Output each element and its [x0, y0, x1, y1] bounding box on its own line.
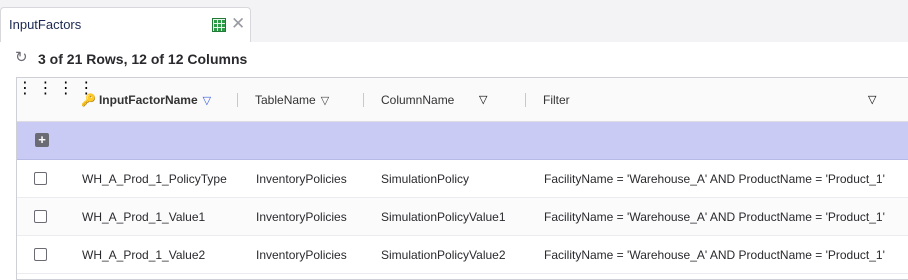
cell-tablename[interactable]: InventoryPolicies — [256, 210, 347, 224]
key-icon: 🔑 — [81, 93, 96, 107]
tab-title: InputFactors — [9, 17, 82, 32]
cell-filter[interactable]: FacilityName = 'Warehouse_A' AND Product… — [544, 172, 885, 186]
refresh-icon[interactable]: ↻ — [15, 50, 31, 66]
table-row[interactable]: WH_A_Prod_1_PolicyType InventoryPolicies… — [17, 160, 908, 198]
table-icon — [212, 18, 226, 32]
column-header-inputfactorname[interactable]: 🔑 InputFactorName ▽ — [81, 78, 211, 122]
row-checkbox[interactable] — [34, 248, 47, 261]
column-label: ColumnName — [381, 93, 455, 107]
column-header-columnname[interactable]: ColumnName — [381, 78, 454, 122]
data-grid: 🔑 InputFactorName ▽ ⋮ TableName ▽ ⋮ Colu… — [16, 77, 908, 280]
cell-filter[interactable]: FacilityName = 'Warehouse_A' AND Product… — [544, 210, 885, 224]
column-label: InputFactorName — [98, 93, 198, 107]
filter-icon[interactable]: ▽ — [203, 94, 211, 107]
close-icon[interactable]: ✕ — [231, 15, 245, 32]
filter-icon[interactable]: ▽ — [321, 94, 329, 107]
cell-columnname[interactable]: SimulationPolicy — [381, 172, 469, 186]
row-checkbox[interactable] — [34, 172, 47, 185]
filter-icon[interactable]: ▽ — [868, 93, 876, 106]
column-menu-icon[interactable]: ⋮ — [37, 80, 53, 97]
column-separator[interactable] — [363, 93, 364, 107]
table-row[interactable]: WH_A_Prod_1_Value2 InventoryPolicies Sim… — [17, 236, 908, 274]
table-header: 🔑 InputFactorName ▽ ⋮ TableName ▽ ⋮ Colu… — [17, 78, 908, 122]
filter-icon[interactable]: ▽ — [479, 93, 487, 106]
cell-columnname[interactable]: SimulationPolicyValue2 — [381, 248, 506, 262]
column-label: TableName — [255, 93, 316, 107]
add-row-button[interactable]: + — [35, 133, 49, 147]
column-separator[interactable] — [237, 93, 238, 107]
tab-bar: InputFactors ✕ — [0, 0, 908, 42]
row-count-label: 3 of 21 Rows, 12 of 12 Columns — [38, 51, 248, 67]
cell-inputfactorname[interactable]: WH_A_Prod_1_PolicyType — [82, 172, 227, 186]
main-panel: ↻ 3 of 21 Rows, 12 of 12 Columns 🔑 Input… — [0, 42, 908, 280]
add-row-bar: + — [17, 122, 908, 160]
cell-tablename[interactable]: InventoryPolicies — [256, 248, 347, 262]
cell-filter[interactable]: FacilityName = 'Warehouse_A' AND Product… — [544, 248, 885, 262]
cell-tablename[interactable]: InventoryPolicies — [256, 172, 347, 186]
cell-inputfactorname[interactable]: WH_A_Prod_1_Value2 — [82, 248, 205, 262]
row-checkbox[interactable] — [34, 210, 47, 223]
table-row[interactable]: WH_A_Prod_1_Value1 InventoryPolicies Sim… — [17, 198, 908, 236]
column-header-tablename[interactable]: TableName ▽ — [255, 78, 329, 122]
column-header-filter[interactable]: Filter — [543, 78, 570, 122]
column-separator[interactable] — [525, 93, 526, 107]
column-menu-icon[interactable]: ⋮ — [58, 80, 74, 97]
tab-inputfactors[interactable]: InputFactors ✕ — [0, 7, 251, 42]
cell-inputfactorname[interactable]: WH_A_Prod_1_Value1 — [82, 210, 205, 224]
cell-columnname[interactable]: SimulationPolicyValue1 — [381, 210, 506, 224]
column-menu-icon[interactable]: ⋮ — [17, 80, 33, 97]
column-label: Filter — [543, 93, 570, 107]
